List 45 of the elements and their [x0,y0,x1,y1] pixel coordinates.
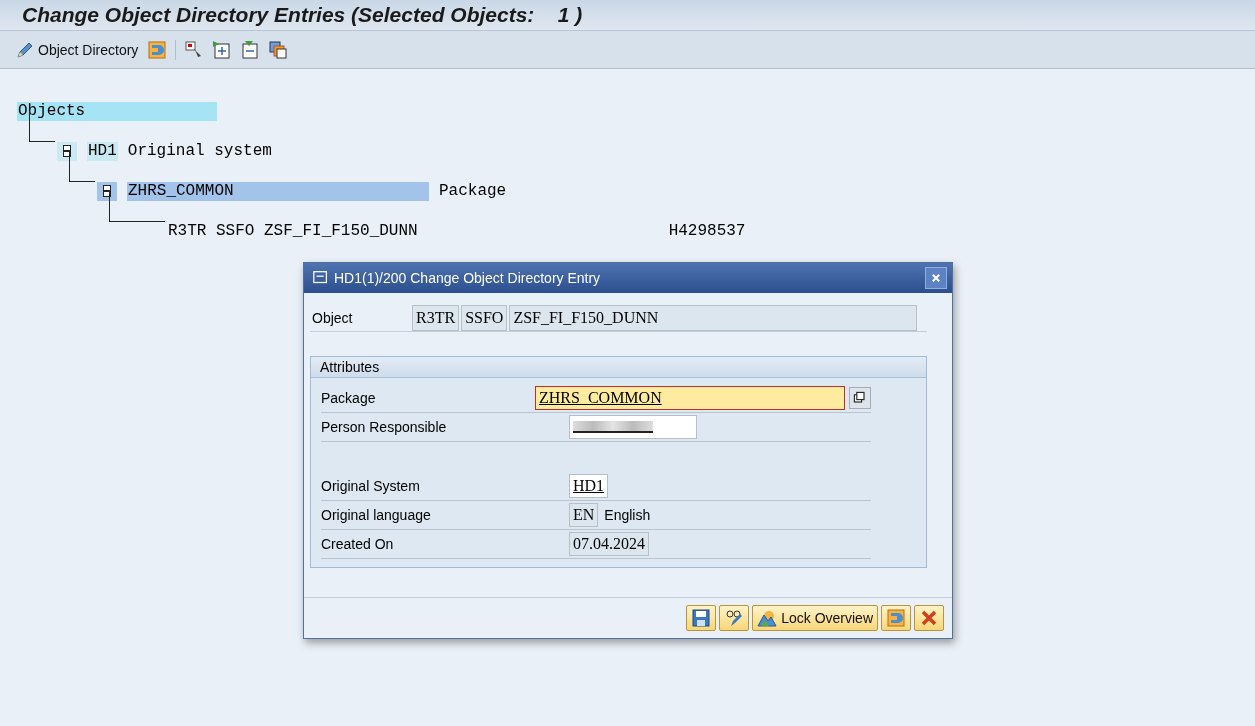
object-directory-button[interactable]: Object Directory [12,37,142,62]
transport-icon [147,39,168,60]
display-field: SSFO [461,304,508,331]
tree-node[interactable]: Objects [17,101,217,121]
expander-icon[interactable] [57,141,77,161]
field-label: Package [321,390,377,406]
field-label: Person Responsible [321,419,448,435]
tree-node[interactable]: ZHRS_COMMON [127,181,429,201]
save-button[interactable] [686,605,717,631]
dialog-title: HD1(1)/200 Change Object Directory Entry [334,270,602,286]
expander-icon[interactable] [97,181,117,201]
field-label: Created On [321,536,395,552]
save-icon [691,608,712,628]
transport-button[interactable] [881,605,911,631]
glasses-pencil-icon [724,608,745,628]
close-button[interactable] [925,267,947,289]
collapse-icon [240,39,261,60]
field-label: Object [311,309,354,326]
tree-node[interactable]: R3TR SSFO ZSF_FI_F150_DUNN [167,221,419,241]
input-field[interactable] [569,415,697,439]
window-title: Change Object Directory Entries (Selected Objects: 1 ) [22,3,583,27]
input-field[interactable]: ZHRS_COMMON [535,386,845,410]
input-field[interactable]: HD1 [569,474,609,498]
display-field: R3TR [412,304,460,331]
copy-icon [268,39,289,60]
node-description: Original system [127,142,272,160]
tree-node[interactable]: HD1 [87,141,118,161]
mountain-sun-icon [757,608,778,628]
glasses-pencil-button[interactable] [719,605,750,631]
node-column-text: H4298537 [668,222,746,240]
value-help-icon [852,390,868,406]
field-text: English [604,507,651,523]
field-label: Original language [321,507,432,523]
cancel-button[interactable] [914,605,944,631]
transport-icon [886,608,906,628]
node-description: Package [439,182,507,200]
value-help-button[interactable] [849,387,871,409]
cancel-icon [919,608,939,628]
lock-overview-button[interactable]: Lock Overview [752,605,878,631]
group-title: Attributes [311,357,926,378]
display-field: ZSF_FI_F150_DUNN [509,304,917,331]
display-field: EN [569,503,599,527]
display-field: 07.04.2024 [569,532,649,556]
field-label: Original System [321,478,421,494]
expand-icon [212,39,233,60]
